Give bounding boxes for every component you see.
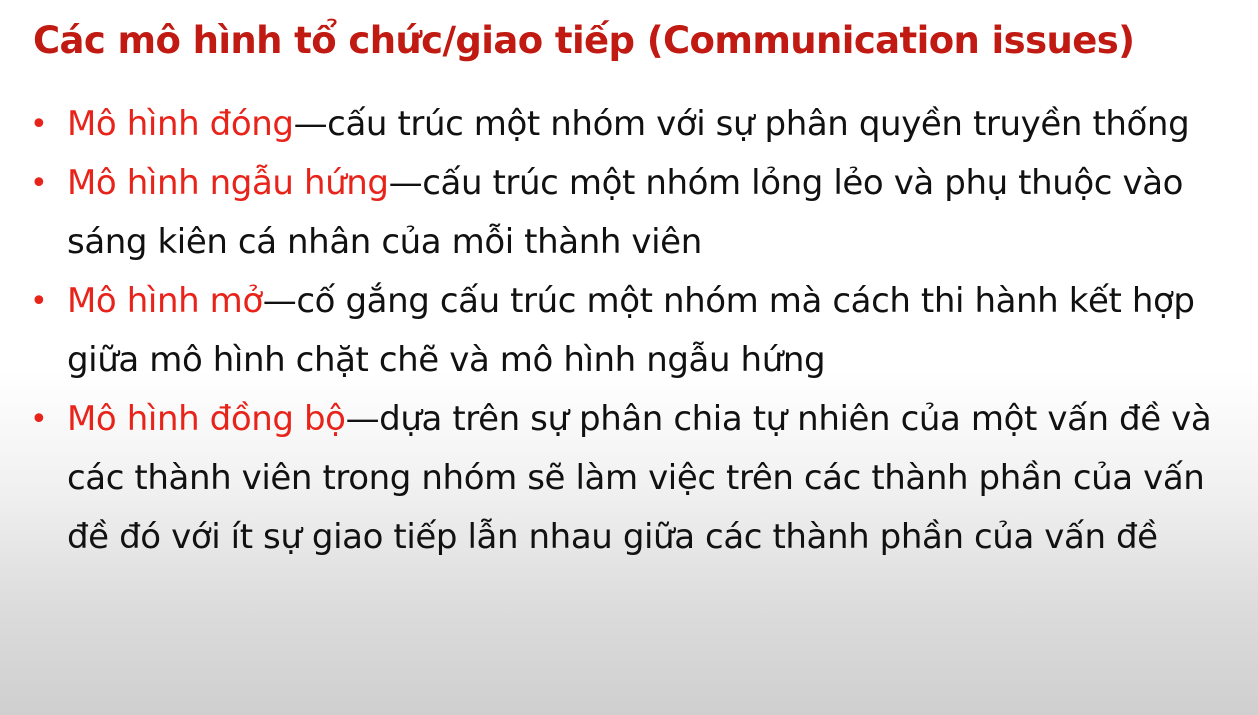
bullet-list: • Mô hình đóng—cấu trúc một nhóm với sự … (30, 95, 1230, 567)
bullet-description: —cấu trúc một nhóm với sự phân quyền tru… (293, 104, 1190, 144)
slide: Các mô hình tổ chức/giao tiếp (Communica… (0, 0, 1258, 715)
bullet-term: Mô hình mở (67, 281, 263, 321)
bullet-item-random-model: • Mô hình ngẫu hứng—cấu trúc một nhóm lỏ… (30, 154, 1230, 272)
bullet-term: Mô hình đồng bộ (67, 399, 346, 439)
bullet-item-synchronous-model: • Mô hình đồng bộ—dựa trên sự phân chia … (30, 390, 1230, 567)
bullet-dot-icon: • (30, 166, 48, 201)
bullet-dot-icon: • (30, 402, 48, 437)
bullet-term: Mô hình đóng (67, 104, 294, 144)
bullet-item-open-model: • Mô hình mở—cố gắng cấu trúc một nhóm m… (30, 272, 1230, 390)
bullet-item-closed-model: • Mô hình đóng—cấu trúc một nhóm với sự … (30, 95, 1230, 154)
bullet-term: Mô hình ngẫu hứng (67, 163, 389, 203)
slide-title: Các mô hình tổ chức/giao tiếp (Communica… (33, 19, 1135, 62)
bullet-dot-icon: • (30, 284, 48, 319)
bullet-dot-icon: • (30, 107, 48, 142)
